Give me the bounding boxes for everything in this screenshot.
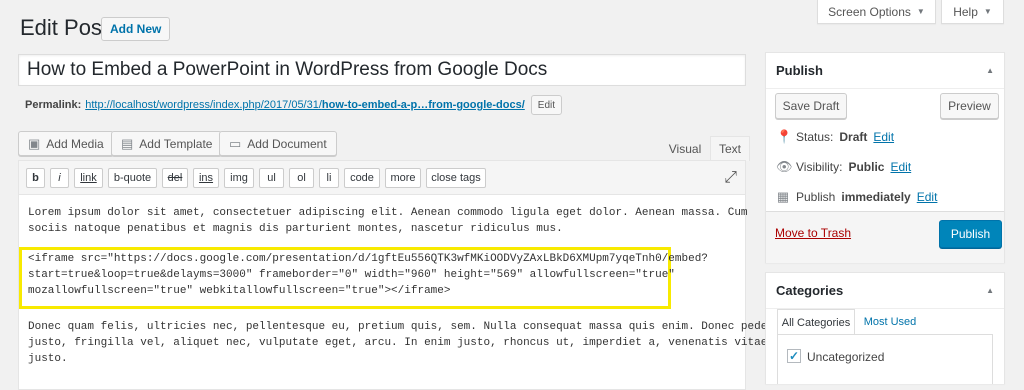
tab-most-used[interactable]: Most Used — [858, 309, 922, 335]
tab-visual[interactable]: Visual — [660, 137, 710, 161]
qt-bold-button[interactable]: b — [26, 168, 45, 188]
add-document-button[interactable]: ▭ Add Document — [219, 131, 337, 156]
publish-time-row: ▦ Publish immediately Edit — [776, 189, 938, 205]
text-editor[interactable]: b i link b-quote del ins img ul ol li co… — [18, 160, 774, 390]
edit-publish-time-link[interactable]: Edit — [917, 190, 938, 204]
publish-box-header[interactable]: Publish ▲ — [766, 53, 1004, 89]
permalink-slug: how-to-embed-a-p…from-google-docs/ — [321, 99, 525, 111]
publish-time-value: immediately — [841, 190, 911, 204]
template-icon: ▤ — [121, 135, 134, 151]
content-line: justo, fringilla vel, aliquet nec, vulpu… — [28, 337, 774, 349]
content-line: mozallowfullscreen="true" webkitallowful… — [28, 285, 451, 297]
move-to-trash-link[interactable]: Move to Trash — [775, 226, 851, 240]
qt-italic-button[interactable]: i — [50, 168, 69, 188]
caret-down-icon: ▼ — [916, 7, 925, 16]
qt-code-button[interactable]: code — [344, 168, 380, 188]
publish-time-label: Publish — [796, 190, 836, 204]
categories-box-header[interactable]: Categories ▲ — [766, 273, 1004, 309]
add-new-button[interactable]: Add New — [101, 17, 171, 41]
publish-box: Publish ▲ Save Draft Preview 📍 Status: D… — [765, 52, 1005, 263]
status-row: 📍 Status: Draft Edit — [776, 129, 894, 145]
categories-box-title: Categories — [776, 283, 844, 298]
qt-ol-button[interactable]: ol — [289, 168, 314, 188]
qt-ul-button[interactable]: ul — [259, 168, 284, 188]
add-document-label: Add Document — [247, 136, 327, 151]
content-line: sociis natoque penatibus et magnis dis p… — [28, 223, 563, 235]
qt-more-button[interactable]: more — [385, 168, 421, 188]
page-title: Edit Post — [20, 15, 109, 40]
category-checkbox[interactable]: ✓ — [787, 349, 801, 363]
eye-icon: 👁 — [776, 159, 793, 174]
screen-options-label: Screen Options — [828, 4, 911, 19]
qt-link-button[interactable]: link — [74, 168, 103, 188]
edit-visibility-link[interactable]: Edit — [890, 160, 911, 174]
caret-down-icon: ▼ — [983, 7, 992, 16]
qt-bquote-button[interactable]: b-quote — [108, 168, 157, 188]
collapse-arrow-icon[interactable]: ▲ — [986, 66, 994, 75]
screen-options-button[interactable]: Screen Options ▼ — [817, 0, 936, 24]
permalink-row: Permalink: http://localhost/wordpress/in… — [25, 95, 563, 115]
content-line: start=true&loop=true&delayms=3000" frame… — [28, 269, 675, 281]
qt-img-button[interactable]: img — [224, 168, 254, 188]
add-template-button[interactable]: ▤ Add Template — [111, 131, 223, 156]
category-label: Uncategorized — [807, 350, 885, 364]
tab-text[interactable]: Text — [710, 136, 750, 161]
content-line: Donec quam felis, ultricies nec, pellent… — [28, 321, 768, 333]
save-draft-button[interactable]: Save Draft — [775, 93, 847, 119]
post-title-input[interactable]: How to Embed a PowerPoint in WordPress f… — [18, 54, 746, 86]
visibility-row: 👁 Visibility: Public Edit — [776, 159, 911, 175]
add-media-label: Add Media — [46, 136, 104, 151]
publish-box-title: Publish — [776, 63, 823, 78]
qt-li-button[interactable]: li — [319, 168, 339, 188]
collapse-arrow-icon[interactable]: ▲ — [986, 286, 994, 295]
qt-ins-button[interactable]: ins — [193, 168, 219, 188]
help-label: Help — [953, 4, 978, 19]
content-line: <iframe src="https://docs.google.com/pre… — [28, 253, 708, 265]
content-line: Lorem ipsum dolor sit amet, consectetuer… — [28, 207, 748, 219]
fullscreen-icon[interactable]: ⤢ — [724, 169, 737, 187]
qt-close-tags-button[interactable]: close tags — [426, 168, 486, 188]
add-media-button[interactable]: ▣ Add Media — [18, 131, 114, 156]
visibility-label: Visibility: — [796, 160, 843, 174]
preview-button[interactable]: Preview — [940, 93, 999, 119]
calendar-icon: ▦ — [776, 189, 790, 204]
qt-del-button[interactable]: del — [162, 168, 188, 188]
status-value: Draft — [839, 130, 868, 144]
content-line: justo. — [28, 353, 68, 365]
quicktags-toolbar: b i link b-quote del ins img ul ol li co… — [19, 161, 745, 195]
publish-button[interactable]: Publish — [939, 220, 1002, 248]
status-label: Status: — [796, 130, 834, 144]
tab-all-categories[interactable]: All Categories — [777, 309, 855, 335]
help-button[interactable]: Help ▼ — [941, 0, 1004, 24]
permalink-edit-button[interactable]: Edit — [530, 95, 563, 115]
media-icon: ▣ — [28, 135, 41, 151]
permalink-link[interactable]: http://localhost/wordpress/index.php/201… — [85, 99, 525, 111]
add-template-label: Add Template — [139, 136, 213, 151]
visibility-value: Public — [848, 160, 885, 174]
permalink-label: Permalink: — [25, 99, 82, 111]
edit-status-link[interactable]: Edit — [873, 130, 894, 144]
document-icon: ▭ — [229, 135, 242, 151]
pin-icon: 📍 — [776, 129, 793, 144]
